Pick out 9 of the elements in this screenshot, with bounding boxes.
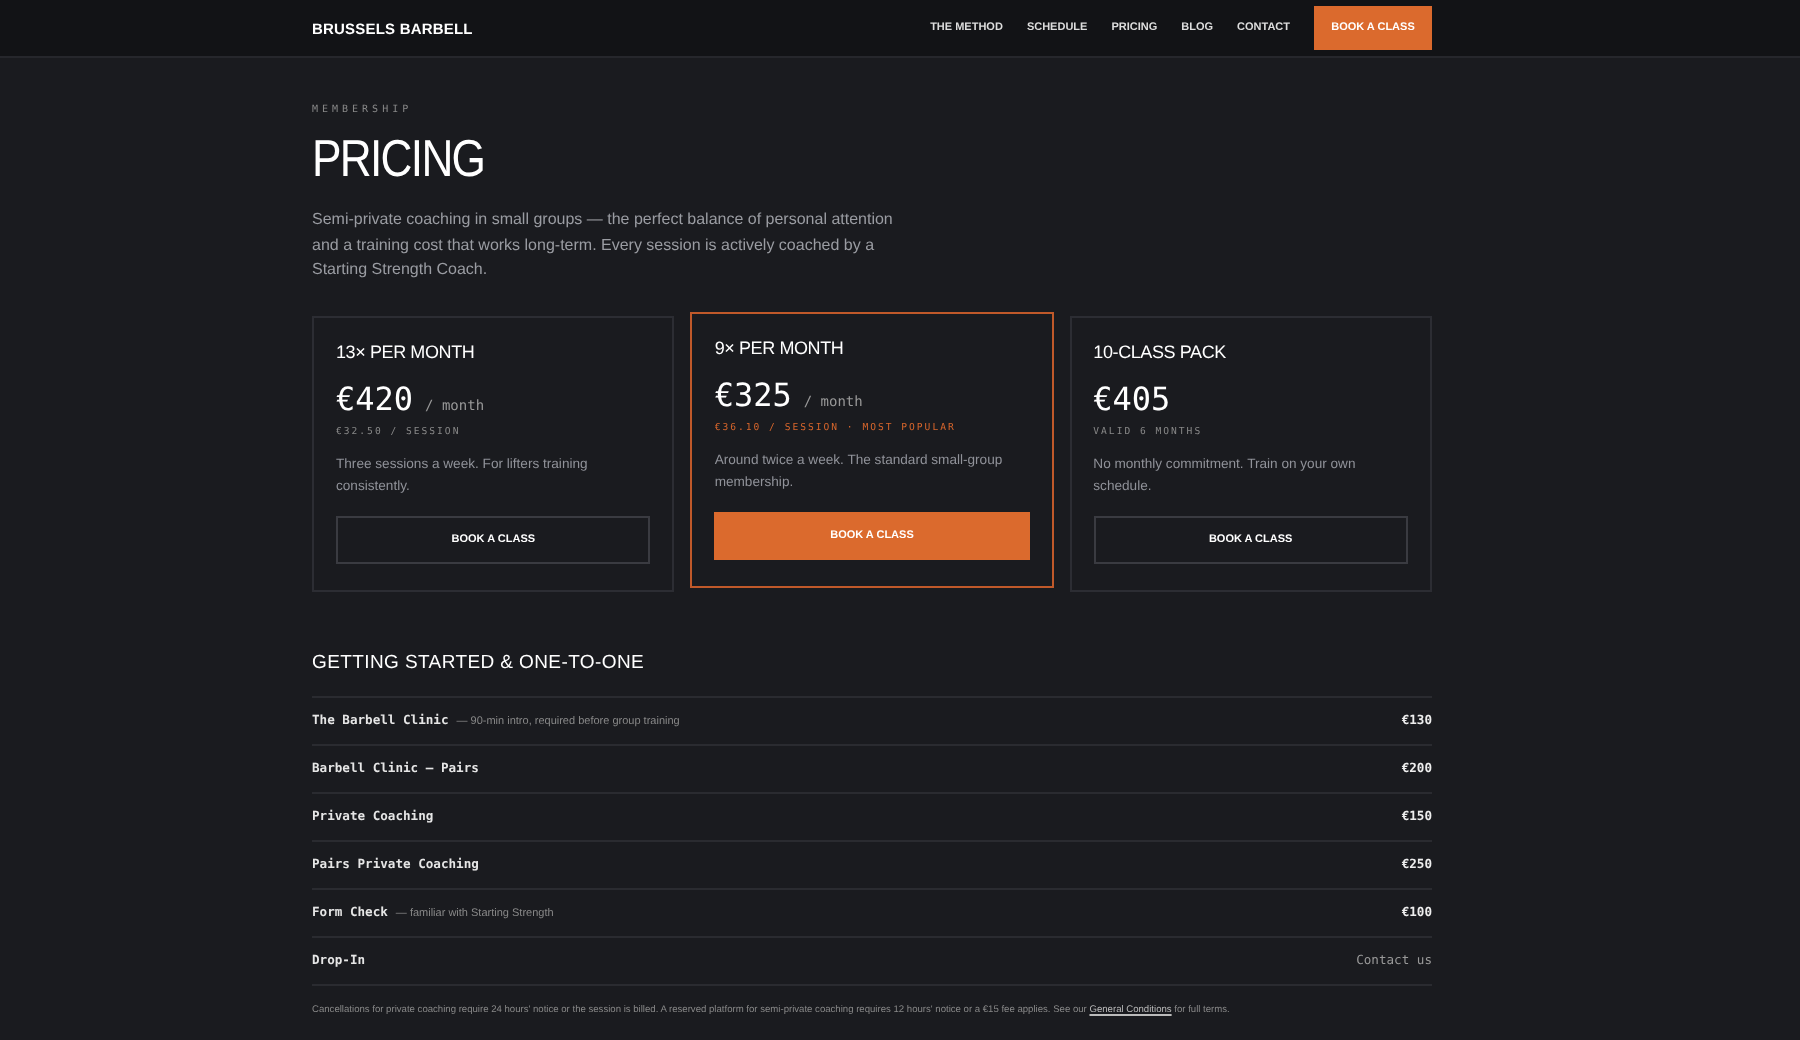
page-title: PRICING bbox=[312, 128, 487, 190]
plan-name: 9× PER MONTH bbox=[714, 337, 846, 357]
plan-price: €325 bbox=[714, 375, 792, 413]
intro-text: Semi-private coaching in small groups — the perfect balance of personal attention and a training cost that works long-term. Every session is actively coached by a Starting Strength Coach. bbox=[312, 208, 895, 282]
plan-name: 13× PER MONTH bbox=[336, 341, 477, 361]
section-heading: GETTING STARTED & ONE-TO-ONE bbox=[312, 651, 647, 673]
plan-name: 10-CLASS PACK bbox=[1093, 341, 1228, 361]
plan-price: €405 bbox=[1093, 379, 1171, 417]
plan-price: €420 bbox=[336, 379, 414, 417]
